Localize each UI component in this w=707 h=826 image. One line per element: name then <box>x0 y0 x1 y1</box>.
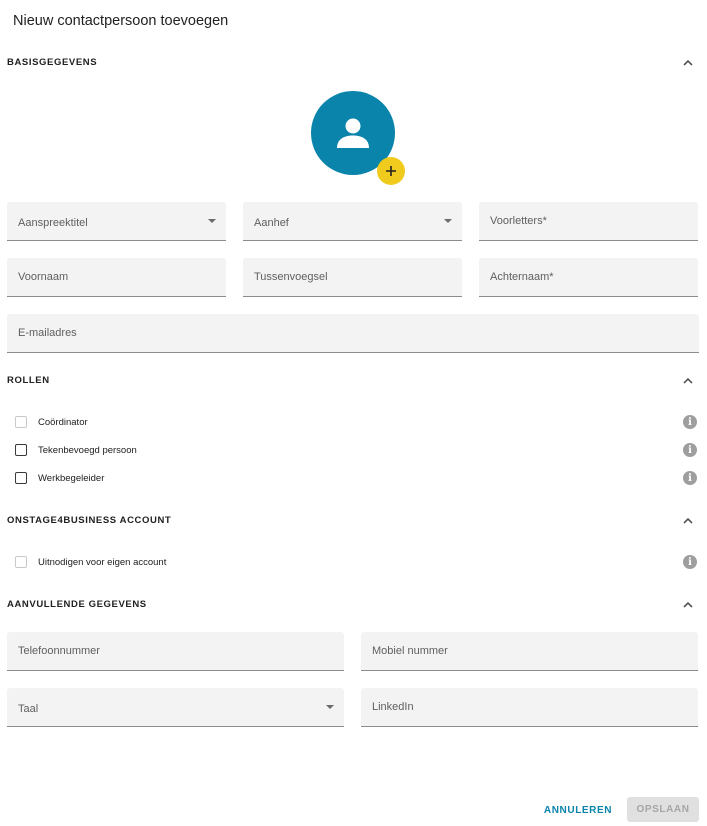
section-title-account: ONSTAGE4BUSINESS ACCOUNT <box>7 514 172 526</box>
email-label: E-mailadres <box>18 327 77 339</box>
section-header-account[interactable]: ONSTAGE4BUSINESS ACCOUNT <box>7 510 699 530</box>
language-label: Taal <box>18 703 39 715</box>
salutation-label: Aanhef <box>254 217 289 229</box>
plus-icon <box>386 166 396 176</box>
caret-down-icon <box>208 219 216 223</box>
mobile-label: Mobiel nummer <box>372 645 448 657</box>
invite-account-label: Uitnodigen voor eigen account <box>38 556 167 568</box>
first-name-label: Voornaam <box>18 271 69 283</box>
role-supervisor-label: Werkbegeleider <box>38 472 105 484</box>
cancel-button[interactable]: ANNULEREN <box>538 798 618 822</box>
person-icon <box>337 118 369 148</box>
last-name-field[interactable]: Achternaam* <box>479 258 698 297</box>
mobile-field[interactable]: Mobiel nummer <box>361 632 698 671</box>
add-photo-button[interactable] <box>377 157 405 185</box>
role-supervisor-checkbox[interactable] <box>15 472 27 484</box>
role-coordinator[interactable]: Coördinator i <box>15 414 699 430</box>
linkedin-label: LinkedIn <box>372 701 414 713</box>
invite-account[interactable]: Uitnodigen voor eigen account i <box>15 554 699 570</box>
section-header-roles[interactable]: ROLLEN <box>7 370 699 390</box>
role-signatory-label: Tekenbevoegd persoon <box>38 444 137 456</box>
info-icon[interactable]: i <box>683 555 697 569</box>
salutation-title-label: Aanspreektitel <box>18 217 88 229</box>
infix-label: Tussenvoegsel <box>254 271 328 283</box>
chevron-up-icon[interactable] <box>681 373 695 387</box>
phone-field[interactable]: Telefoonnummer <box>7 632 344 671</box>
language-select[interactable]: Taal <box>7 688 344 727</box>
role-coordinator-label: Coördinator <box>38 416 88 428</box>
linkedin-field[interactable]: LinkedIn <box>361 688 698 727</box>
dialog-title: Nieuw contactpersoon toevoegen <box>13 13 229 29</box>
section-header-basic[interactable]: BASISGEGEVENS <box>7 52 699 72</box>
invite-account-checkbox[interactable] <box>15 556 27 568</box>
chevron-up-icon[interactable] <box>681 597 695 611</box>
infix-field[interactable]: Tussenvoegsel <box>243 258 462 297</box>
initials-label: Voorletters* <box>490 215 547 227</box>
section-title-additional: AANVULLENDE GEGEVENS <box>7 598 147 610</box>
role-supervisor[interactable]: Werkbegeleider i <box>15 470 699 486</box>
save-button[interactable]: OPSLAAN <box>627 797 699 822</box>
role-coordinator-checkbox[interactable] <box>15 416 27 428</box>
caret-down-icon <box>444 219 452 223</box>
phone-label: Telefoonnummer <box>18 645 100 657</box>
info-icon[interactable]: i <box>683 415 697 429</box>
initials-field[interactable]: Voorletters* <box>479 202 698 241</box>
first-name-field[interactable]: Voornaam <box>7 258 226 297</box>
role-signatory[interactable]: Tekenbevoegd persoon i <box>15 442 699 458</box>
section-title-roles: ROLLEN <box>7 374 50 386</box>
last-name-label: Achternaam* <box>490 271 554 283</box>
salutation-select[interactable]: Aanhef <box>243 202 462 241</box>
info-icon[interactable]: i <box>683 443 697 457</box>
section-title-basic: BASISGEGEVENS <box>7 56 98 68</box>
role-signatory-checkbox[interactable] <box>15 444 27 456</box>
chevron-up-icon[interactable] <box>681 513 695 527</box>
salutation-title-select[interactable]: Aanspreektitel <box>7 202 226 241</box>
chevron-up-icon[interactable] <box>681 55 695 69</box>
info-icon[interactable]: i <box>683 471 697 485</box>
section-header-additional[interactable]: AANVULLENDE GEGEVENS <box>7 594 699 614</box>
email-field[interactable]: E-mailadres <box>7 314 699 353</box>
caret-down-icon <box>326 705 334 709</box>
